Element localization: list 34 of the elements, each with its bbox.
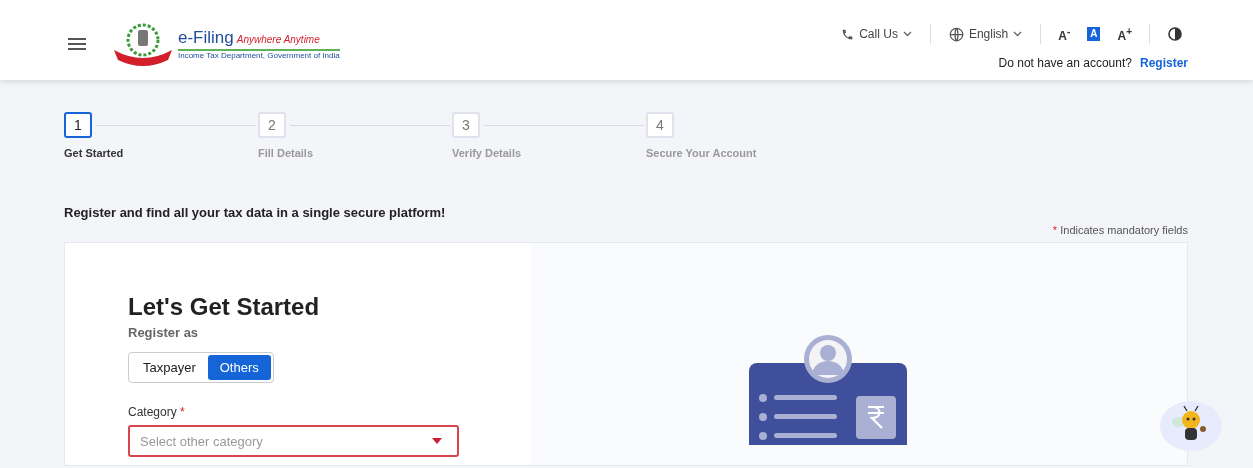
brand-subtitle: Income Tax Department, Government of India bbox=[178, 51, 340, 60]
register-link[interactable]: Register bbox=[1139, 56, 1188, 70]
step-number[interactable]: 2 bbox=[258, 112, 286, 138]
bee-mascot-icon[interactable] bbox=[1159, 400, 1223, 452]
chevron-down-icon bbox=[1013, 31, 1023, 37]
caret-down-icon bbox=[432, 438, 442, 444]
brand-tagline: Anywhere Anytime bbox=[236, 34, 320, 45]
menu-icon[interactable] bbox=[68, 38, 86, 50]
step-label: Fill Details bbox=[258, 147, 315, 159]
step-number[interactable]: 1 bbox=[64, 112, 92, 138]
category-dropdown[interactable]: Select other category bbox=[128, 425, 459, 457]
font-size-button[interactable]: A$^{-}$ bbox=[1055, 25, 1074, 43]
step-number[interactable]: 4 bbox=[646, 112, 674, 138]
register-as-label: Register as bbox=[128, 325, 199, 340]
step-label: Verify Details bbox=[452, 147, 523, 159]
account-prompt: Do not have an account? bbox=[998, 56, 1132, 70]
step-label: Secure Your Account bbox=[646, 147, 758, 159]
intro-text: Register and find all your tax data in a single secure platform! bbox=[64, 205, 447, 220]
font-size-button[interactable]: A bbox=[1087, 27, 1101, 41]
step-number[interactable]: 3 bbox=[452, 112, 480, 138]
mandatory-note: * Indicates mandatory fields bbox=[1052, 224, 1188, 236]
role-toggle-button[interactable]: Others bbox=[207, 355, 271, 380]
form-title: Let's Get Started bbox=[128, 293, 320, 321]
phone-icon bbox=[841, 27, 855, 41]
step-label: Get Started bbox=[64, 147, 125, 159]
chevron-down-icon bbox=[902, 31, 912, 37]
language-dropdown[interactable]: English bbox=[944, 24, 1027, 44]
category-label: Category * bbox=[128, 405, 185, 419]
contrast-icon[interactable] bbox=[1168, 27, 1182, 41]
globe-icon bbox=[948, 26, 964, 42]
brand-title: e-Filing bbox=[178, 28, 234, 48]
font-size-button[interactable]: A$^{+}$ bbox=[1114, 25, 1135, 43]
role-toggle-button[interactable]: Taxpayer bbox=[131, 355, 208, 380]
call-us-dropdown[interactable]: Call Us bbox=[837, 25, 916, 43]
